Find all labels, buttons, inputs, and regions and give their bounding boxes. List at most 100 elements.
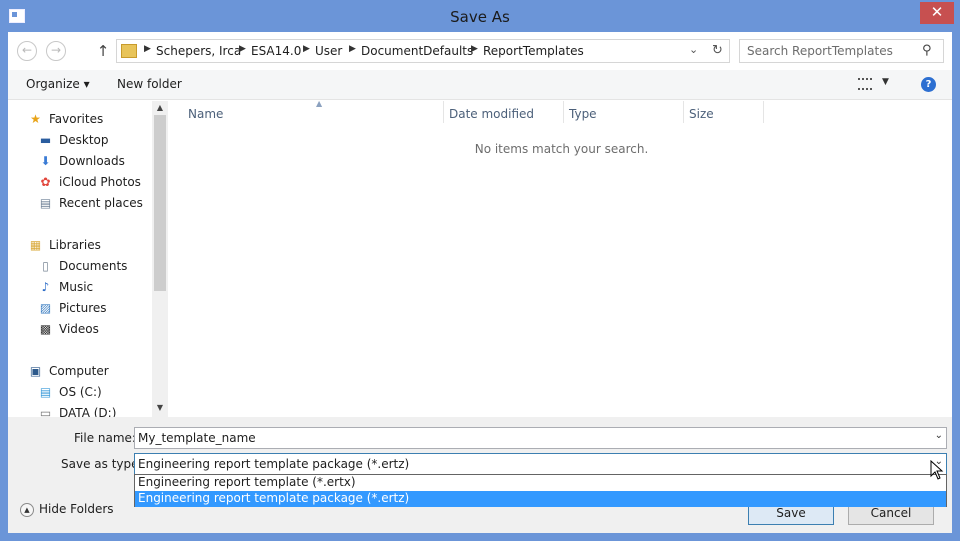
libraries-icon: ▦	[29, 238, 42, 252]
up-button[interactable]: ↑	[96, 42, 110, 60]
sidebar-group-computer[interactable]: ▣ Computer	[8, 362, 152, 382]
column-header-name[interactable]: Name	[188, 107, 223, 121]
save-form: File name: My_template_name ⌄ Save as ty…	[8, 417, 952, 533]
pictures-icon: ▨	[39, 301, 52, 315]
sidebar-item-desktop-label: Desktop	[59, 133, 109, 147]
sidebar-group-favorites[interactable]: ★ Favorites	[8, 110, 152, 130]
sidebar-item-os-c[interactable]: ▤ OS (C:)	[8, 383, 152, 403]
column-divider[interactable]	[443, 101, 444, 123]
column-divider[interactable]	[763, 101, 764, 123]
column-header-date-modified[interactable]: Date modified	[449, 107, 534, 121]
documents-icon: ▯	[42, 259, 49, 273]
sidebar-item-downloads-label: Downloads	[59, 154, 125, 168]
scroll-up-icon[interactable]: ▲	[155, 103, 165, 112]
close-button[interactable]: ✕	[920, 2, 954, 24]
column-header-size[interactable]: Size	[689, 107, 714, 121]
refresh-icon[interactable]: ↻	[712, 43, 723, 58]
sidebar-item-icloud-photos-label: iCloud Photos	[59, 175, 141, 189]
sidebar-item-recent-places[interactable]: ▤ Recent places	[8, 194, 152, 214]
navigation-pane: ★ Favorites ▬ Desktop ⬇ Downloads ✿ iCloud Phot…	[8, 101, 168, 417]
breadcrumb-item[interactable]: ReportTemplates	[483, 44, 584, 58]
sidebar-item-documents-label: Documents	[59, 259, 128, 273]
help-icon[interactable]: ?	[921, 77, 936, 92]
title-bar[interactable]: Save As ✕	[0, 0, 960, 32]
sidebar-item-videos-label: Videos	[59, 322, 99, 336]
chevron-down-icon[interactable]: ⌄	[689, 43, 698, 56]
back-button[interactable]: ←	[17, 41, 37, 61]
forward-button[interactable]: →	[46, 41, 66, 61]
music-icon: ♪	[41, 280, 50, 294]
desktop-icon: ▬	[39, 133, 52, 147]
recent-places-icon: ▤	[39, 196, 52, 210]
sidebar-item-pictures-label: Pictures	[59, 301, 107, 315]
empty-message: No items match your search.	[474, 142, 649, 156]
scroll-down-icon[interactable]: ▼	[155, 403, 165, 412]
breadcrumb-separator[interactable]: ▶	[303, 44, 310, 54]
sidebar-item-data-d[interactable]: ▭ DATA (D:)	[8, 404, 152, 417]
sort-ascending-icon: ▲	[316, 99, 323, 108]
search-icon[interactable]: ⚲	[922, 43, 932, 58]
computer-icon: ▣	[29, 364, 42, 378]
sidebar-group-libraries[interactable]: ▦ Libraries	[8, 236, 152, 256]
save-type-select[interactable]: Engineering report template package (*.e…	[134, 453, 947, 475]
sidebar-item-documents[interactable]: ▯ Documents	[8, 257, 152, 277]
downloads-icon: ⬇	[40, 154, 51, 168]
save-type-value[interactable]: Engineering report template package (*.e…	[138, 457, 409, 471]
icloud-photos-icon: ✿	[40, 175, 51, 189]
column-divider[interactable]	[563, 101, 564, 123]
breadcrumb-item[interactable]: ESA14.0	[251, 44, 301, 58]
file-name-field[interactable]: My_template_name ⌄	[134, 427, 947, 449]
sidebar-item-music-label: Music	[59, 280, 94, 294]
navigation-bar: ← → ↑ ▶ Schepers, Irca ▶ ESA14.0 ▶ User …	[8, 32, 952, 70]
chevron-down-icon[interactable]: ⌄	[935, 430, 943, 441]
nav-scrollbar[interactable]: ▲ ▼	[152, 101, 168, 417]
sidebar-item-recent-places-label: Recent places	[59, 196, 143, 210]
breadcrumb-item[interactable]: DocumentDefaults	[361, 44, 473, 58]
sidebar-item-videos[interactable]: ▩ Videos	[8, 320, 152, 340]
sidebar-item-icloud-photos[interactable]: ✿ iCloud Photos	[8, 173, 152, 193]
sidebar-item-music[interactable]: ♪ Music	[8, 278, 152, 298]
breadcrumb-separator[interactable]: ▶	[471, 44, 478, 54]
sidebar-item-pictures[interactable]: ▨ Pictures	[8, 299, 152, 319]
address-bar[interactable]: ▶ Schepers, Irca ▶ ESA14.0 ▶ User ▶ Docu…	[116, 39, 730, 63]
breadcrumb-item[interactable]: Schepers, Irca	[156, 44, 241, 58]
sidebar-item-os-c-label: OS (C:)	[59, 385, 102, 399]
view-dropdown-icon[interactable]: ▼	[882, 77, 889, 87]
window-title: Save As	[450, 8, 510, 26]
sidebar-group-libraries-label: Libraries	[49, 238, 101, 252]
file-list[interactable]: ▲ Name Date modified Type Size No items …	[171, 99, 952, 417]
search-input[interactable]	[747, 44, 917, 58]
collapse-icon: ▲	[20, 502, 34, 517]
view-options-icon[interactable]	[858, 78, 872, 90]
command-bar: Organize ▾ New folder ▼ ?	[8, 70, 952, 100]
save-type-dropdown-list[interactable]: Engineering report template (*.ertx) Eng…	[134, 474, 947, 507]
star-icon: ★	[30, 112, 41, 126]
sidebar-group-favorites-label: Favorites	[49, 112, 104, 126]
search-box[interactable]: ⚲	[739, 39, 944, 63]
column-header-type[interactable]: Type	[569, 107, 597, 121]
save-type-label: Save as type:	[61, 457, 143, 471]
breadcrumb-separator[interactable]: ▶	[239, 44, 246, 54]
save-as-dialog: Save As ✕ ← → ↑ ▶ Schepers, Irca ▶ ESA14…	[0, 0, 960, 541]
save-type-option-selected[interactable]: Engineering report template package (*.e…	[135, 491, 946, 507]
drive-d-icon: ▭	[39, 406, 52, 417]
scroll-thumb[interactable]	[154, 115, 166, 291]
sidebar-item-desktop[interactable]: ▬ Desktop	[8, 131, 152, 151]
videos-icon: ▩	[39, 322, 52, 336]
breadcrumb-separator[interactable]: ▶	[144, 44, 151, 54]
hide-folders-label: Hide Folders	[39, 502, 114, 516]
file-name-value[interactable]: My_template_name	[138, 431, 256, 445]
breadcrumb-separator[interactable]: ▶	[349, 44, 356, 54]
folder-icon	[121, 44, 137, 58]
new-folder-button[interactable]: New folder	[117, 77, 182, 91]
drive-c-icon: ▤	[39, 385, 52, 399]
column-divider[interactable]	[683, 101, 684, 123]
organize-button[interactable]: Organize ▾	[26, 77, 90, 91]
breadcrumb-item[interactable]: User	[315, 44, 342, 58]
sidebar-group-computer-label: Computer	[49, 364, 109, 378]
file-name-label: File name:	[74, 431, 136, 445]
save-type-option[interactable]: Engineering report template (*.ertx)	[135, 475, 946, 491]
hide-folders-button[interactable]: ▲ Hide Folders	[20, 502, 114, 517]
sidebar-item-downloads[interactable]: ⬇ Downloads	[8, 152, 152, 172]
sidebar-item-data-d-label: DATA (D:)	[59, 406, 117, 417]
